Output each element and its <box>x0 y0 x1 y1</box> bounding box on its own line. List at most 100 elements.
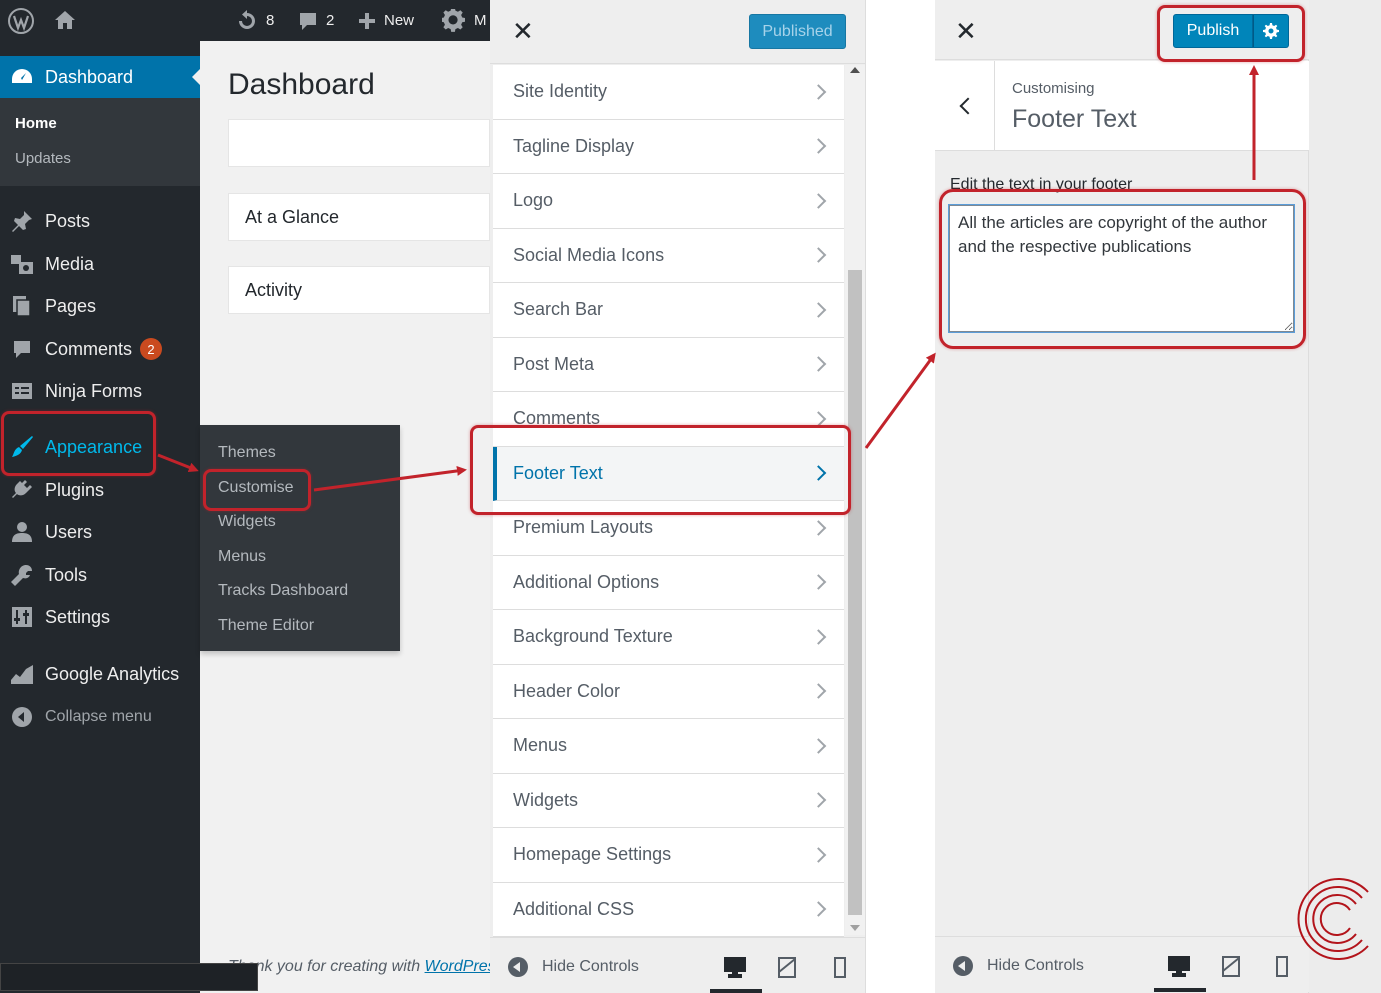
menu-item-ninja-forms[interactable]: Ninja Forms <box>0 373 200 409</box>
publish-button[interactable]: Publish <box>1173 14 1253 48</box>
section-menus[interactable]: Menus <box>493 719 844 774</box>
updates-count: 8 <box>266 12 275 29</box>
section-background-texture[interactable]: Background Texture <box>493 610 844 665</box>
customizer-section-list: Site Identity Tagline Display Logo Social M… <box>493 65 844 937</box>
menu-label-collapse: Collapse menu <box>45 708 152 725</box>
gear-icon <box>442 8 466 32</box>
admin-footer-text: Thank you for creating with WordPress <box>228 958 490 976</box>
chevron-right-icon <box>810 519 827 536</box>
chevron-right-icon <box>810 83 827 100</box>
customizer-footer: Hide Controls <box>490 937 865 993</box>
customising-label: Customising <box>1012 80 1095 97</box>
back-button[interactable] <box>935 61 995 150</box>
submenu-widgets[interactable]: Widgets <box>218 513 276 531</box>
dashboard-gauge-icon <box>10 65 34 89</box>
section-tagline-display[interactable]: Tagline Display <box>493 119 844 174</box>
hide-controls-button[interactable]: Hide Controls <box>508 957 639 977</box>
tablet-preview-icon[interactable] <box>776 956 798 978</box>
wordpress-link[interactable]: WordPress <box>425 958 490 975</box>
menu-item-google-analytics[interactable]: Google Analytics <box>0 656 200 692</box>
section-additional-options[interactable]: Additional Options <box>493 555 844 610</box>
desktop-preview-icon[interactable] <box>710 956 762 993</box>
menu-item-settings[interactable]: Settings <box>0 599 200 635</box>
menu-item-posts[interactable]: Posts <box>0 203 200 239</box>
submenu-tracks-dashboard[interactable]: Tracks Dashboard <box>218 582 348 600</box>
menu-item-pages[interactable]: Pages <box>0 288 200 324</box>
menu-item-dashboard[interactable]: Dashboard <box>0 56 200 98</box>
comments-link[interactable]: 2 <box>298 0 334 41</box>
pushpin-icon <box>10 209 34 233</box>
hide-controls-label: Hide Controls <box>987 957 1084 974</box>
close-icon[interactable]: ✕ <box>955 18 977 44</box>
chevron-right-icon <box>810 846 827 863</box>
section-label: Header Color <box>513 680 621 701</box>
footer-text-panel: ✕ Publish Customising Footer Text Edit t… <box>935 0 1381 993</box>
section-logo[interactable]: Logo <box>493 174 844 229</box>
chevron-right-icon <box>810 901 827 918</box>
menu-label-pages: Pages <box>45 295 97 316</box>
published-button[interactable]: Published <box>749 14 846 49</box>
submenu-home[interactable]: Home <box>15 115 57 132</box>
plugin-icon <box>10 478 34 502</box>
home-icon[interactable] <box>54 10 76 30</box>
section-title: Footer Text <box>1012 105 1137 133</box>
section-widgets[interactable]: Widgets <box>493 773 844 828</box>
menu-label-plugins: Plugins <box>45 479 105 500</box>
footer-text-textarea[interactable]: All the articles are copyright of the au… <box>949 205 1294 332</box>
menu-item-appearance[interactable]: Appearance <box>0 429 200 465</box>
menu-item-comments[interactable]: Comments 2 <box>0 331 200 367</box>
menu-item-media[interactable]: Media <box>0 246 200 282</box>
menu-item-users[interactable]: Users <box>0 514 200 550</box>
section-post-meta[interactable]: Post Meta <box>493 337 844 392</box>
section-search-bar[interactable]: Search Bar <box>493 283 844 338</box>
section-premium-layouts[interactable]: Premium Layouts <box>493 501 844 556</box>
section-label: Logo <box>513 190 554 211</box>
chevron-right-icon <box>810 247 827 264</box>
scroll-down-arrow-icon[interactable] <box>850 925 860 931</box>
close-icon[interactable]: ✕ <box>512 18 534 44</box>
updates-link[interactable]: 8 <box>236 0 274 41</box>
section-comments[interactable]: Comments <box>493 392 844 447</box>
collapse-menu-button[interactable]: Collapse menu <box>0 699 200 735</box>
paintbrush-icon <box>10 435 34 459</box>
brand-logo-icon <box>1297 878 1369 960</box>
scrollbar-thumb[interactable] <box>848 270 862 915</box>
site-settings-link[interactable]: M <box>442 0 487 41</box>
desktop-preview-icon[interactable] <box>1154 955 1206 992</box>
submenu-updates[interactable]: Updates <box>15 150 71 167</box>
section-additional-css[interactable]: Additional CSS <box>493 882 844 937</box>
customizer-header: ✕ Published <box>490 0 865 64</box>
menu-item-plugins[interactable]: Plugins <box>0 472 200 508</box>
chevron-right-icon <box>810 737 827 754</box>
section-header-color[interactable]: Header Color <box>493 664 844 719</box>
admin-menu: Dashboard Home Updates Posts Media Pages… <box>0 41 200 993</box>
page-title: Dashboard <box>228 68 375 101</box>
section-homepage-settings[interactable]: Homepage Settings <box>493 828 844 883</box>
submenu-theme-editor[interactable]: Theme Editor <box>218 617 314 635</box>
dashboard-widget-at-a-glance[interactable]: At a Glance <box>228 193 490 241</box>
menu-label-ninja-forms: Ninja Forms <box>45 380 143 401</box>
scrollbar[interactable] <box>845 65 865 935</box>
new-content-link[interactable]: New <box>358 0 414 41</box>
mobile-preview-icon[interactable] <box>829 956 851 978</box>
menu-label-google-analytics: Google Analytics <box>45 663 180 684</box>
wordpress-logo-icon[interactable] <box>8 8 34 34</box>
section-label: Tagline Display <box>513 135 635 156</box>
hide-controls-label: Hide Controls <box>542 958 639 975</box>
menu-item-tools[interactable]: Tools <box>0 557 200 593</box>
publish-settings-button[interactable] <box>1253 14 1289 48</box>
customizer-footer: Hide Controls <box>935 936 1309 992</box>
scroll-up-arrow-icon[interactable] <box>850 67 860 73</box>
submenu-customise[interactable]: Customise <box>218 479 294 497</box>
tablet-preview-icon[interactable] <box>1220 955 1242 977</box>
submenu-menus[interactable]: Menus <box>218 548 266 566</box>
hide-controls-button[interactable]: Hide Controls <box>953 956 1084 976</box>
section-footer-text[interactable]: Footer Text <box>493 446 844 501</box>
menu-label-posts: Posts <box>45 210 91 231</box>
section-site-identity[interactable]: Site Identity <box>493 65 844 120</box>
submenu-themes[interactable]: Themes <box>218 444 276 462</box>
arrow-footer-text-to-textarea <box>864 352 936 449</box>
dashboard-widget-activity[interactable]: Activity <box>228 266 490 314</box>
publish-button-group: Publish <box>1173 14 1289 48</box>
section-social-media-icons[interactable]: Social Media Icons <box>493 228 844 283</box>
